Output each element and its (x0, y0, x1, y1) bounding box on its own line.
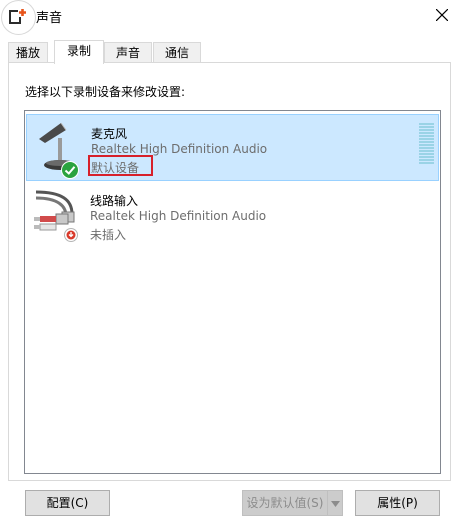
window-title: 声音 (36, 11, 63, 26)
instruction-label: 选择以下录制设备来修改设置: (25, 85, 186, 99)
tab-recording[interactable]: 录制 (54, 40, 104, 64)
tab-sounds[interactable]: 声音 (104, 42, 152, 62)
set-default-dropdown-button[interactable] (327, 490, 343, 516)
properties-button[interactable]: 属性(P) (355, 490, 440, 516)
device-name: 麦克风 (91, 127, 128, 141)
close-button[interactable] (427, 0, 457, 30)
device-list[interactable]: 麦克风 Realtek High Definition Audio 默认设备 线… (24, 110, 441, 474)
device-status: 未插入 (90, 228, 127, 242)
level-meter (419, 123, 434, 165)
configure-button[interactable]: 配置(C) (25, 490, 110, 516)
app-icon (2, 1, 35, 34)
title-bar: 声音 (0, 0, 457, 34)
device-item-line-in[interactable]: 线路输入 Realtek High Definition Audio 未插入 (26, 182, 439, 249)
set-default-button[interactable]: 设为默认值(S) (242, 490, 328, 516)
tab-playback[interactable]: 播放 (8, 42, 48, 62)
close-icon (436, 9, 448, 21)
annotation-highlight-box (88, 155, 153, 176)
chevron-down-icon (331, 501, 340, 507)
device-driver: Realtek High Definition Audio (91, 142, 268, 156)
unplugged-icon (64, 228, 78, 242)
device-item-microphone[interactable]: 麦克风 Realtek High Definition Audio 默认设备 (26, 114, 439, 181)
tab-communications[interactable]: 通信 (153, 42, 201, 62)
device-name: 线路输入 (90, 194, 139, 208)
default-check-icon (61, 161, 79, 179)
device-driver: Realtek High Definition Audio (90, 209, 267, 223)
